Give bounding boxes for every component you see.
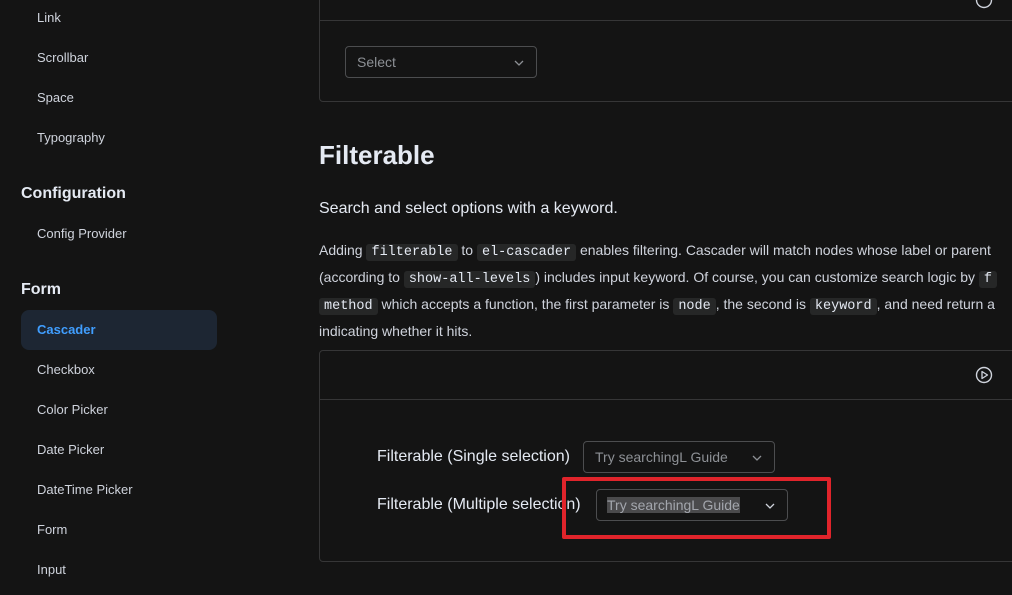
code-filter-method-start: f — [978, 271, 998, 288]
text: indicating whether it hits. — [319, 323, 473, 339]
highlight-box — [562, 477, 831, 539]
sidebar-section-configuration: Configuration — [21, 185, 126, 202]
sidebar-item-link[interactable]: Link — [21, 0, 217, 38]
sidebar-item-config-provider[interactable]: Config Provider — [21, 214, 217, 254]
demo-divider — [320, 399, 1012, 400]
text: (according to — [319, 269, 404, 285]
sidebar-item-scrollbar[interactable]: Scrollbar — [21, 38, 217, 78]
cascader-select[interactable]: Select — [345, 46, 537, 78]
sidebar-section-form: Form — [21, 281, 61, 298]
demo-block-previous: Select — [319, 0, 1012, 102]
filterable-single-select[interactable]: Try searchingL Guide — [583, 441, 775, 473]
chevron-down-icon — [514, 60, 524, 66]
sidebar-item-typography[interactable]: Typography — [21, 118, 217, 158]
code-show-all-levels: show-all-levels — [403, 271, 536, 288]
single-selection-label: Filterable (Single selection) — [377, 448, 570, 465]
sidebar-item-datetime-picker[interactable]: DateTime Picker — [21, 470, 217, 510]
demo-divider — [320, 20, 1012, 21]
chevron-down-icon — [752, 455, 762, 461]
code-keyword: keyword — [809, 298, 877, 315]
section-lead: Search and select options with a keyword… — [319, 200, 618, 217]
sidebar-item-space[interactable]: Space — [21, 78, 217, 118]
sidebar-item-input[interactable]: Input — [21, 550, 217, 590]
text: to — [457, 242, 477, 258]
select-placeholder: Select — [357, 54, 396, 70]
code-node: node — [673, 298, 716, 315]
sidebar-item-form[interactable]: Form — [21, 510, 217, 550]
play-circle-icon[interactable] — [975, 0, 993, 9]
sidebar-item-checkbox[interactable]: Checkbox — [21, 350, 217, 390]
text: , the second is — [715, 296, 810, 312]
text: which accepts a function, the first para… — [377, 296, 674, 312]
code-filter-method-end: method — [319, 298, 378, 315]
section-title: Filterable — [319, 140, 435, 170]
text: , and need return a — [876, 296, 995, 312]
sidebar: Link Scrollbar Space Typography Configur… — [0, 0, 300, 595]
sidebar-item-color-picker[interactable]: Color Picker — [21, 390, 217, 430]
sidebar-item-cascader[interactable]: Cascader — [21, 310, 217, 350]
multiple-selection-label: Filterable (Multiple selection) — [377, 496, 581, 513]
sidebar-item-date-picker[interactable]: Date Picker — [21, 430, 217, 470]
play-circle-icon[interactable] — [975, 366, 993, 384]
code-filterable: filterable — [366, 244, 458, 261]
text: ) includes input keyword. Of course, you… — [535, 269, 979, 285]
section-description: Adding filterable to el-cascader enables… — [319, 238, 1012, 343]
code-el-cascader: el-cascader — [476, 244, 577, 261]
text: enables filtering. Cascader will match n… — [576, 242, 991, 258]
select-placeholder: Try searchingL Guide — [595, 449, 728, 465]
text: Adding — [319, 242, 367, 258]
